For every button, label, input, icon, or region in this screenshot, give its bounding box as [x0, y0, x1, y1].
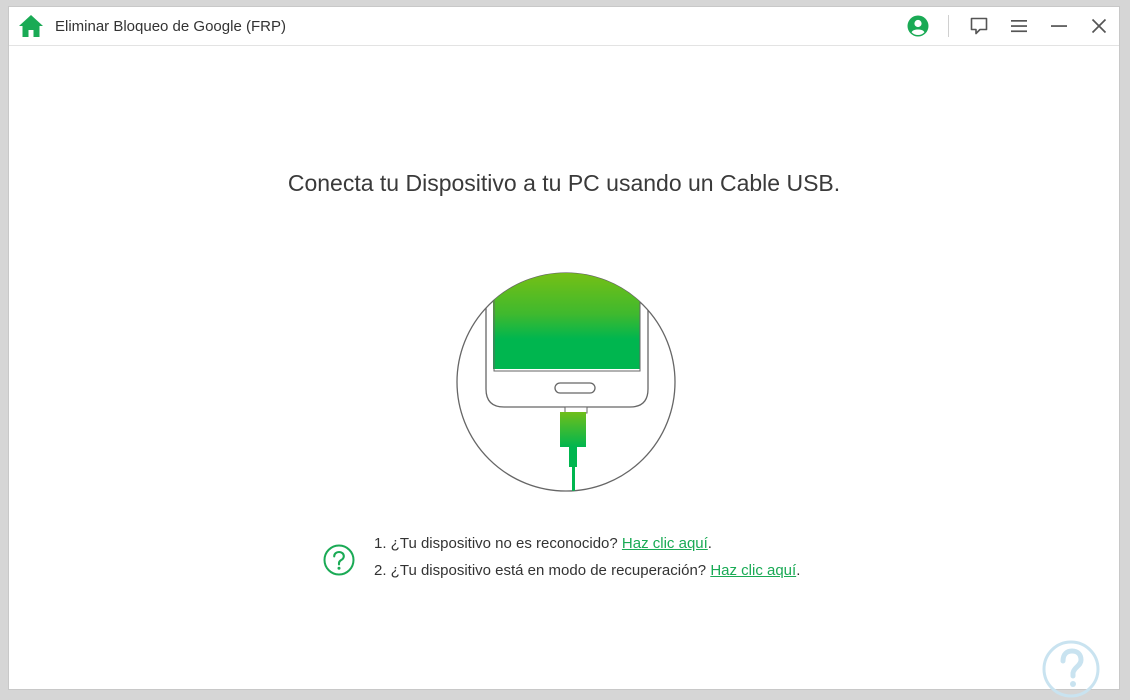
question-circle-icon — [323, 544, 355, 576]
tip-device-not-recognized: 1. ¿Tu dispositivo no es reconocido? Haz… — [374, 535, 712, 552]
close-icon — [1091, 18, 1107, 34]
tip-suffix: . — [707, 535, 712, 552]
title-bar: Eliminar Bloqueo de Google (FRP) — [9, 7, 1119, 46]
tip-text: 2. ¿Tu dispositivo está en modo de recup… — [374, 562, 711, 579]
tip-recovery-mode: 2. ¿Tu dispositivo está en modo de recup… — [374, 562, 800, 579]
tip-text: 1. ¿Tu dispositivo no es reconocido? — [374, 535, 622, 552]
minimize-icon — [1051, 25, 1067, 27]
menu-button[interactable] — [1006, 13, 1032, 39]
hamburger-menu-icon — [1011, 20, 1027, 33]
home-icon[interactable] — [18, 14, 44, 38]
click-here-link-recovery-mode[interactable]: Haz clic aquí — [710, 562, 796, 579]
logo-watermark — [1042, 640, 1100, 698]
titlebar-divider — [948, 15, 949, 37]
account-button[interactable] — [905, 13, 931, 39]
minimize-button[interactable] — [1046, 13, 1072, 39]
feedback-button[interactable] — [966, 13, 992, 39]
chat-bubble-icon — [970, 17, 988, 35]
tip-suffix: . — [796, 562, 801, 579]
close-button[interactable] — [1086, 13, 1112, 39]
connect-instructions-heading: Conecta tu Dispositivo a tu PC usando un… — [287, 170, 841, 196]
click-here-link-not-recognized[interactable]: Haz clic aquí — [622, 535, 708, 552]
phone-usb-cable-icon — [456, 272, 676, 492]
app-window: Eliminar Bloqueo de Google (FRP) Conecta… — [8, 6, 1120, 698]
app-title: Eliminar Bloqueo de Google (FRP) — [55, 18, 286, 35]
user-circle-icon — [907, 15, 929, 37]
